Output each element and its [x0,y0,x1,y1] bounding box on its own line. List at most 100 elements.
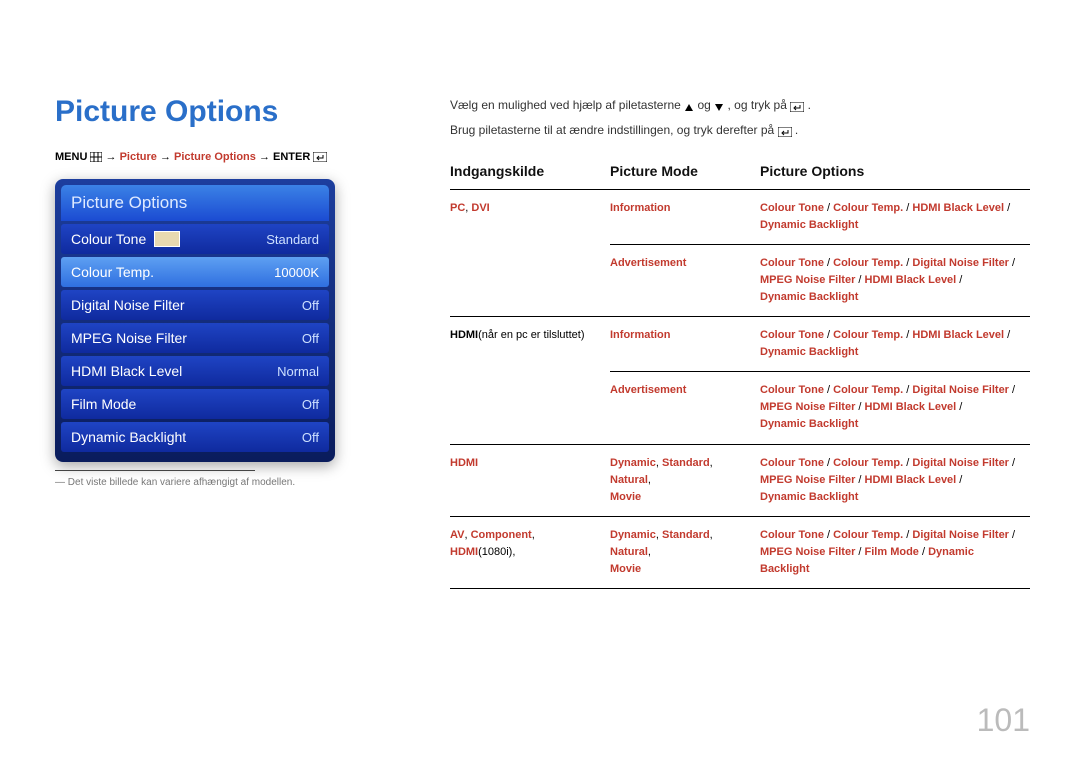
breadcrumb-menu: MENU [55,151,87,163]
table-text: / [855,546,864,558]
intro-line-2: Brug piletasterne til at ændre indstilli… [450,120,1030,141]
table-text: , [648,474,651,486]
osd-row-value: Off [302,298,319,313]
osd-panel: Picture Options Colour ToneStandardColou… [55,179,335,462]
osd-row-value: Off [302,430,319,445]
osd-row[interactable]: MPEG Noise FilterOff [61,323,329,353]
table-text: / [903,529,912,541]
table-text: / [956,474,962,486]
cell-source: HDMI(når en pc er tilsluttet) [450,317,610,444]
table-text: / [1009,257,1015,269]
menu-grid-icon [90,151,102,163]
osd-row-value: Standard [266,232,319,247]
table-text: (1080i) [478,546,512,558]
table-text: AV [450,529,464,541]
table-text: / [903,384,912,396]
table-text: Dynamic [610,457,656,469]
arrow-down-icon [714,96,724,116]
table-row: HDMIDynamic, Standard, Natural, MovieCol… [450,444,1030,516]
footnote-text: Det viste billede kan variere afhængigt … [68,477,295,488]
osd-row-label: MPEG Noise Filter [71,330,187,346]
osd-row[interactable]: HDMI Black LevelNormal [61,356,329,386]
table-text: Dynamic Backlight [760,418,858,430]
osd-row-left: Dynamic Backlight [71,429,186,445]
table-text: Colour Temp. [833,329,903,341]
colour-swatch [154,231,180,247]
table-row: HDMI(når en pc er tilsluttet)Information… [450,317,1030,372]
table-text: DVI [471,202,489,214]
osd-row[interactable]: Dynamic Backlight Off [61,422,329,452]
table-text: Colour Tone [760,202,824,214]
osd-row[interactable]: Colour Temp.10000K [61,257,329,287]
intro-2b: . [795,123,798,137]
table-text: Information [610,329,671,341]
table-text: , [648,546,651,558]
osd-row-value: Off [302,397,319,412]
table-text: / [824,529,833,541]
breadcrumb-enter: ENTER [273,151,310,163]
cell-options: Colour Tone / Colour Temp. / Digital Noi… [760,245,1030,317]
table-text: / [855,401,864,413]
breadcrumb-options: Picture Options [174,151,256,163]
table-text: Natural [610,474,648,486]
osd-row[interactable]: Film ModeOff [61,389,329,419]
table-text: / [903,202,912,214]
table-text: MPEG Noise Filter [760,546,855,558]
table-text: / [824,457,833,469]
table-text: , [532,529,535,541]
table-text: Standard [662,529,710,541]
intro-1c: , og tryk på [728,98,791,112]
table-text: Digital Noise Filter [912,457,1009,469]
table-text: Colour Tone [760,457,824,469]
cell-options: Colour Tone / Colour Temp. / Digital Noi… [760,444,1030,516]
table-text: / [824,329,833,341]
th-options: Picture Options [760,159,1030,190]
table-text: / [956,274,962,286]
table-text: MPEG Noise Filter [760,401,855,413]
intro-2a: Brug piletasterne til at ændre indstilli… [450,123,778,137]
table-text: Component [471,529,532,541]
table-text: HDMI [450,546,478,558]
footnote-divider [55,470,255,471]
osd-header: Picture Options [61,185,329,221]
table-text: Advertisement [610,384,686,396]
osd-row[interactable]: Digital Noise Filter Off [61,290,329,320]
cell-source: PC, DVI [450,190,610,317]
table-row: AV, Component, HDMI(1080i),Dynamic, Stan… [450,516,1030,588]
th-mode: Picture Mode [610,159,760,190]
osd-row-left: Digital Noise Filter [71,297,185,313]
footnote: ― Det viste billede kan variere afhængig… [55,477,375,488]
table-text: MPEG Noise Filter [760,274,855,286]
breadcrumb-picture: Picture [120,151,157,163]
table-text: MPEG Noise Filter [760,474,855,486]
table-text: Dynamic Backlight [760,291,858,303]
table-text: / [1009,529,1015,541]
table-text: , [512,546,515,558]
right-column: Vælg en mulighed ved hjælp af piletaster… [450,95,1030,589]
osd-row[interactable]: Colour ToneStandard [61,224,329,254]
table-text: Colour Tone [760,384,824,396]
page-title: Picture Options [55,95,375,129]
table-text: / [855,274,864,286]
intro-line-1: Vælg en mulighed ved hjælp af piletaster… [450,95,1030,116]
osd-row-left: Colour Temp. [71,264,154,280]
table-text: / [824,202,833,214]
table-text: Dynamic Backlight [760,219,858,231]
table-text: / [956,401,962,413]
cell-mode: Advertisement [610,245,760,317]
table-text: Colour Temp. [833,457,903,469]
table-text: Information [610,202,671,214]
table-text: Dynamic Backlight [760,346,858,358]
page-number: 101 [977,702,1030,739]
table-text: HDMI Black Level [912,329,1004,341]
page: Picture Options MENU → Picture → Picture… [0,0,1080,763]
osd-rows: Colour ToneStandardColour Temp.10000KDig… [61,224,329,452]
osd-row-label: Dynamic Backlight [71,429,186,445]
osd-row-label: HDMI Black Level [71,363,182,379]
cell-options: Colour Tone / Colour Temp. / Digital Noi… [760,516,1030,588]
table-text: , [710,457,713,469]
table-text: HDMI [450,457,478,469]
osd-row-label: Digital Noise Filter [71,297,185,313]
table-text: Colour Temp. [833,257,903,269]
table-text: HDMI Black Level [865,474,957,486]
